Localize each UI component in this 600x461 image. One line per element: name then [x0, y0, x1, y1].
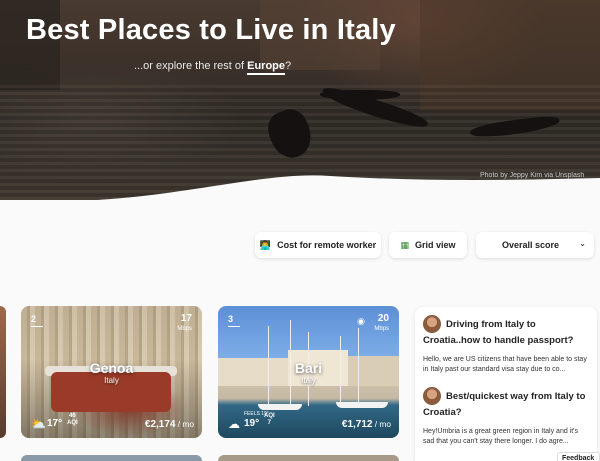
forum-post-excerpt: Hey!Umbria is a great green region in It…: [423, 428, 579, 445]
forum-post-excerpt: Hello, we are US citizens that have been…: [423, 356, 587, 373]
city-card-partial[interactable]: [21, 455, 202, 461]
city-name: Genoa: [89, 360, 134, 376]
chevron-down-icon: ⌄: [579, 239, 586, 248]
rank-underline: [31, 326, 43, 327]
internet-speed-value: 20: [377, 313, 389, 324]
internet-speed-unit: Mbps: [177, 326, 192, 332]
europe-link[interactable]: Europe: [247, 60, 286, 75]
city-name: Bari: [294, 360, 323, 376]
aqi-indicator: 46 AQI: [67, 413, 78, 427]
sun-cloud-icon: ⛅: [31, 417, 46, 431]
city-country: Italy: [104, 376, 119, 385]
monthly-cost: €1,712 / mo: [342, 419, 391, 430]
aqi-indicator: AQI 7: [264, 413, 275, 427]
monthly-cost: €2,174 / mo: [145, 419, 194, 430]
grid-view-button[interactable]: ▦ Grid view: [389, 232, 467, 258]
city-card-partial[interactable]: [218, 455, 399, 461]
forum-post-title[interactable]: Best/quickest way from Italy to Croatia?: [423, 389, 589, 421]
forum-panel: Driving from Italy to Croatia..how to ha…: [415, 307, 597, 461]
internet-speed: 17 Mbps: [177, 314, 192, 334]
aqi-value: 46: [68, 413, 76, 419]
cost-for-remote-worker-button[interactable]: 👨‍💻 Cost for remote worker: [255, 232, 381, 258]
sort-select[interactable]: Overall score ⌄: [476, 232, 594, 258]
city-rank: 2: [31, 314, 37, 324]
aqi-label: AQI: [264, 413, 275, 419]
hero-gondola: [320, 90, 400, 100]
cost-button-label: Cost for remote worker: [277, 240, 377, 250]
aqi-value: 7: [267, 420, 271, 426]
grid-icon: ▦: [400, 239, 409, 250]
internet-speed: 20 Mbps: [374, 314, 389, 334]
page-title: Best Places to Live in Italy: [26, 14, 396, 46]
temperature: 17°: [47, 418, 63, 429]
rank-underline: [228, 326, 240, 327]
city-card-bari[interactable]: 3 ◉ 20 Mbps Bari Italy ☁ FEELS 19° 19° A…: [218, 306, 399, 438]
monthly-cost-unit: / mo: [175, 419, 194, 429]
remote-worker-icon: 👨‍💻: [259, 239, 272, 250]
hero-wave-divider: [0, 175, 600, 210]
city-country: Italy: [301, 376, 316, 385]
aqi-label: AQI: [67, 420, 78, 426]
city-card-partial[interactable]: [0, 306, 6, 438]
hero-subtitle-prefix: ...or explore the rest of: [134, 60, 248, 72]
monthly-cost-value: €2,174: [144, 419, 176, 430]
temperature: 19°: [244, 418, 260, 429]
boat: [336, 402, 388, 408]
wifi-icon: ◉: [357, 316, 365, 326]
monthly-cost-value: €1,712: [341, 419, 373, 430]
feedback-button[interactable]: Feedback: [557, 452, 600, 461]
hero-subtitle: ...or explore the rest of Europe?: [134, 60, 292, 75]
hero-subtitle-suffix: ?: [285, 60, 292, 72]
forum-post-title[interactable]: Driving from Italy to Croatia..how to ha…: [423, 317, 589, 349]
internet-speed-unit: Mbps: [374, 326, 389, 332]
city-rank: 3: [228, 314, 234, 324]
rain-cloud-icon: ☁: [228, 417, 240, 431]
internet-speed-value: 17: [180, 313, 192, 324]
boat: [258, 404, 302, 410]
monthly-cost-unit: / mo: [372, 419, 391, 429]
sort-select-value: Overall score: [502, 240, 560, 250]
grid-button-label: Grid view: [415, 240, 456, 250]
city-card-genoa[interactable]: 2 17 Mbps Genoa Italy ⛅ 17° 46 AQI €2,17…: [21, 306, 202, 438]
